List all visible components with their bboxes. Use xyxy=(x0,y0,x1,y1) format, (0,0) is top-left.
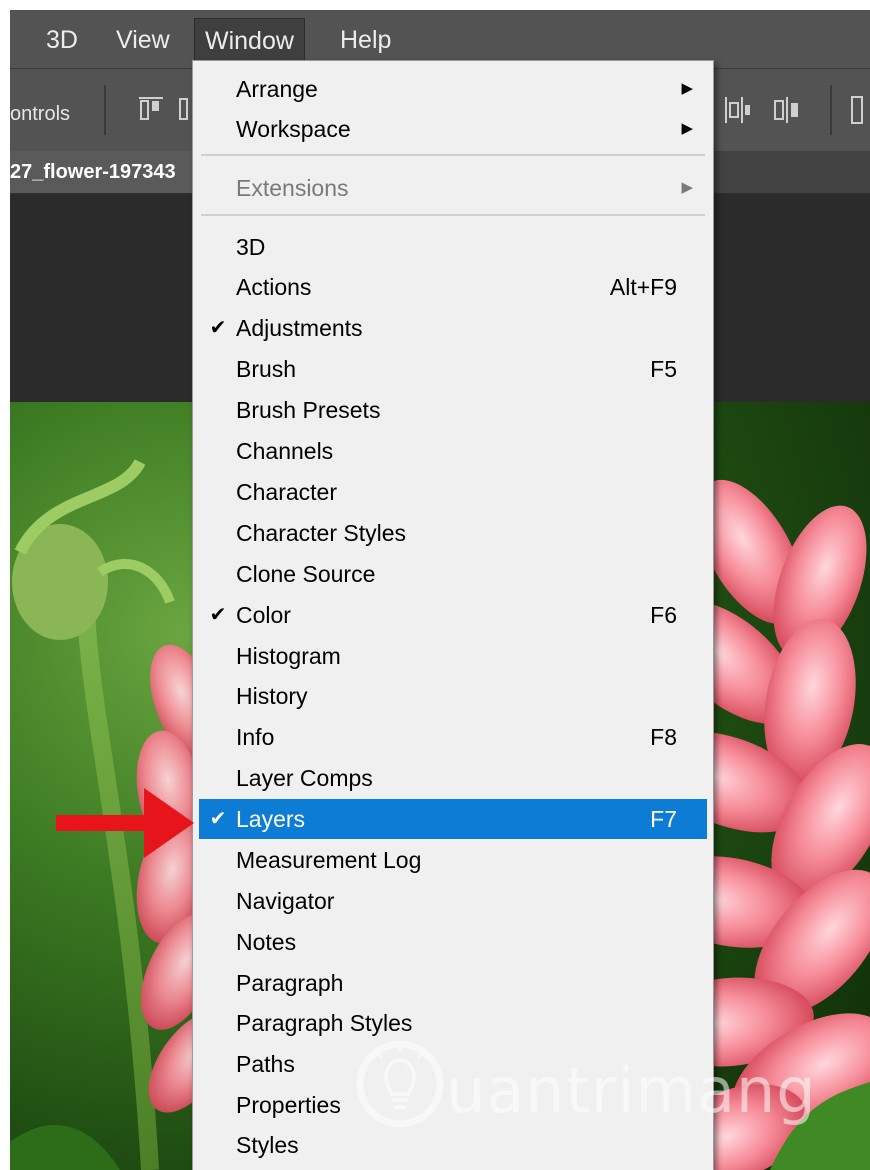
menu-item-label: Color xyxy=(236,602,291,628)
menu-item-shortcut: Alt+F9 xyxy=(609,274,677,300)
document-tab[interactable]: 27_flower-197343 xyxy=(10,151,210,193)
menu-item-navigator[interactable]: Navigator xyxy=(199,881,707,921)
menu-separator xyxy=(201,154,705,156)
menu-item-character-styles[interactable]: Character Styles xyxy=(199,513,707,553)
menu-item-notes[interactable]: Notes xyxy=(199,922,707,962)
menu-item-shortcut: F6 xyxy=(650,602,677,628)
menu-item-channels[interactable]: Channels xyxy=(199,431,707,471)
menu-item-adjustments[interactable]: ✔ Adjustments xyxy=(199,308,707,348)
menu-item-label: Layers xyxy=(236,806,306,832)
distribute-hcenter-icon[interactable] xyxy=(722,95,752,125)
menu-item-label: 3D xyxy=(236,234,266,260)
menu-item-label: Channels xyxy=(236,438,334,464)
menu-item-arrange[interactable]: Arrange ▶ xyxy=(199,69,707,109)
auto-align-icon[interactable] xyxy=(850,95,864,125)
toolbar-divider xyxy=(830,85,832,135)
menu-item-shortcut: F5 xyxy=(650,356,677,382)
menu-item-label: Actions xyxy=(236,274,312,300)
chevron-right-icon: ▶ xyxy=(681,179,693,196)
menu-3d[interactable]: 3D xyxy=(46,20,78,60)
menu-item-label: Notes xyxy=(236,929,297,955)
chevron-right-icon: ▶ xyxy=(681,120,693,137)
menu-item-measurement-log[interactable]: Measurement Log xyxy=(199,840,707,880)
menu-help[interactable]: Help xyxy=(340,20,391,60)
menu-item-layers[interactable]: ✔ Layers F7 xyxy=(199,799,707,839)
menu-item-label: Styles xyxy=(236,1132,299,1158)
menu-item-actions[interactable]: Actions Alt+F9 xyxy=(199,267,707,307)
menu-item-character[interactable]: Character xyxy=(199,472,707,512)
check-icon: ✔ xyxy=(209,317,227,339)
menu-item-clone-source[interactable]: Clone Source xyxy=(199,554,707,594)
menu-item-label: Paragraph xyxy=(236,970,344,996)
menu-item-shortcut: F7 xyxy=(650,806,677,832)
photoshop-window: 3D View Window Help ontrols 27_flower-19… xyxy=(10,10,870,1170)
menu-item-paragraph[interactable]: Paragraph xyxy=(199,963,707,1003)
menu-item-label: Extensions xyxy=(236,175,349,201)
menu-item-label: Measurement Log xyxy=(236,847,422,873)
menu-item-label: Brush Presets xyxy=(236,397,381,423)
document-tab-title: 27_flower-197343 xyxy=(10,161,176,183)
menu-item-label: Properties xyxy=(236,1092,341,1118)
menu-item-paragraph-styles[interactable]: Paragraph Styles xyxy=(199,1003,707,1043)
menu-item-label: Layer Comps xyxy=(236,765,373,791)
menu-item-3d[interactable]: 3D xyxy=(199,227,707,267)
menu-item-color[interactable]: ✔ Color F6 xyxy=(199,595,707,635)
menu-item-label: Brush xyxy=(236,356,297,382)
menu-item-brush-presets[interactable]: Brush Presets xyxy=(199,390,707,430)
check-icon: ✔ xyxy=(209,808,227,830)
chevron-right-icon: ▶ xyxy=(681,80,693,97)
check-icon: ✔ xyxy=(209,604,227,626)
menu-item-paths[interactable]: Paths xyxy=(199,1044,707,1084)
menu-item-workspace[interactable]: Workspace ▶ xyxy=(199,109,707,149)
menu-separator xyxy=(201,214,705,216)
menu-item-extensions: Extensions ▶ xyxy=(199,168,707,208)
menu-item-history[interactable]: History xyxy=(199,676,707,716)
menu-item-label: Workspace xyxy=(236,116,351,142)
menu-item-label: History xyxy=(236,683,308,709)
menu-item-label: Histogram xyxy=(236,643,341,669)
menu-item-label: Paths xyxy=(236,1051,295,1077)
menu-item-label: Character xyxy=(236,479,337,505)
toolbar-divider xyxy=(104,85,106,135)
menu-item-shortcut: F8 xyxy=(650,724,677,750)
menu-item-label: Arrange xyxy=(236,76,318,102)
distribute-right-icon[interactable] xyxy=(772,95,802,125)
menu-item-histogram[interactable]: Histogram xyxy=(199,636,707,676)
red-arrow-icon xyxy=(56,788,194,858)
align-vcenter-icon[interactable] xyxy=(178,95,192,123)
show-transform-controls-label[interactable]: ontrols xyxy=(10,103,70,126)
menu-item-label: Info xyxy=(236,724,275,750)
menu-view[interactable]: View xyxy=(116,20,170,60)
menu-item-layer-comps[interactable]: Layer Comps xyxy=(199,758,707,798)
menu-item-label: Navigator xyxy=(236,888,335,914)
menu-item-brush[interactable]: Brush F5 xyxy=(199,349,707,389)
menu-item-properties[interactable]: Properties xyxy=(199,1085,707,1125)
menu-item-label: Paragraph Styles xyxy=(236,1010,413,1036)
menu-item-styles[interactable]: Styles xyxy=(199,1125,707,1165)
menu-item-label: Clone Source xyxy=(236,561,376,587)
window-menu: Arrange ▶ Workspace ▶ Extensions ▶ 3D Ac… xyxy=(192,60,714,1170)
align-top-icon[interactable] xyxy=(138,95,164,123)
menu-item-label: Character Styles xyxy=(236,520,407,546)
menu-item-info[interactable]: Info F8 xyxy=(199,717,707,757)
menu-item-label: Adjustments xyxy=(236,315,363,341)
